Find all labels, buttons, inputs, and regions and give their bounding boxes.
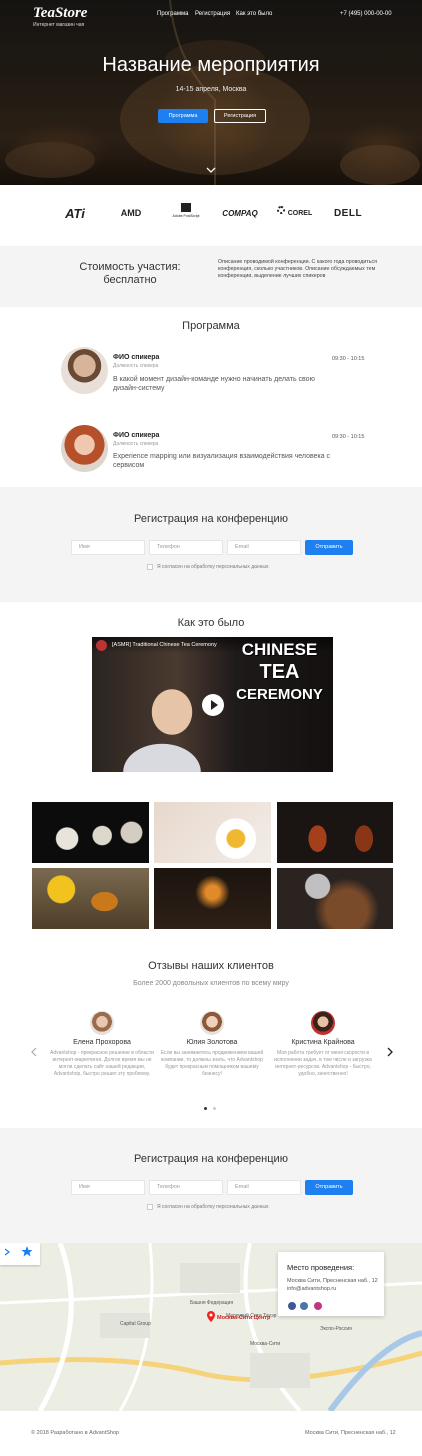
program-title: Программа [182,320,240,332]
reviewer-3-avatar [311,1011,335,1035]
map-pin-label: Москва-Сити Центр [217,1315,271,1321]
speaker-1-topic: В какой момент дизайн-команде нужно начи… [113,376,315,392]
map-label-federation: Башня Федерация [190,1300,234,1306]
registration-title: Регистрация на конференцию [134,513,288,525]
location-address: Москва Сити, Пресненская наб., 12 [287,1278,378,1284]
phone-input-2[interactable]: Телефон [149,1180,223,1195]
logo-name: TeaStore [33,5,88,21]
speaker-2-name: ФИО спикера [113,432,160,439]
reviews-subtitle: Более 2000 довольных клиентов по всему м… [133,980,289,987]
gallery-photo-4[interactable] [32,868,149,929]
corel-balloon-icon [277,206,285,214]
channel-avatar [96,640,107,651]
gallery-photo-3[interactable] [277,802,393,863]
nav-history[interactable]: Как это было [236,11,272,17]
chevron-down-icon[interactable] [205,165,217,175]
brand-dell-logo: DELL [333,207,363,219]
reviewer-1-name: Елена Прохорова [73,1039,131,1046]
nav-registration[interactable]: Регистрация [195,11,230,17]
agree-label-2: Я согласен на обработку персональных дан… [157,1204,269,1210]
speaker-1-position: Должность спикера [113,363,159,369]
location-email[interactable]: info@advantshop.ru [287,1286,336,1292]
price-description: Описание проводимой конференции. С каког… [218,259,377,280]
agree-checkbox-2[interactable] [147,1204,153,1210]
reviewer-1-text: Advantshop - прекрасное решение в област… [50,1050,154,1077]
speaker-1-name: ФИО спикера [113,354,160,361]
location-title: Место проведения: [287,1263,355,1272]
brand-adobe-label: Adobe PostScript [172,214,200,218]
brand-amd-logo: AMD [120,208,142,218]
reviews-title: Отзывы наших клиентов [148,960,274,972]
reviewer-3-name: Кристина Крайнова [291,1039,355,1046]
instagram-icon[interactable] [314,1302,322,1310]
speaker-2-topic: Experience mapping или визуализация взаи… [113,453,331,469]
header-phone[interactable]: +7 (495) 000-00-00 [340,11,392,17]
brand-corel-logo: COREL [287,209,313,217]
email-input[interactable]: Email [227,540,301,555]
speaker-1-avatar [61,347,108,394]
reviewer-2-name: Юлия Золотова [186,1039,238,1046]
map-pin-icon[interactable] [207,1311,215,1322]
event-date: 14-15 апреля, Москва [175,86,247,93]
register-button[interactable]: Регистрация [214,109,266,123]
play-button[interactable] [202,694,224,716]
history-title: Как это было [177,617,245,629]
speaker-2-avatar [61,425,108,472]
map-label-city: Москва-Сити [250,1341,281,1347]
logo[interactable]: TeaStore Интернет магазин чая [33,5,88,29]
gallery-photo-5[interactable] [154,868,271,929]
registration-title-2: Регистрация на конференцию [134,1153,288,1165]
agree-checkbox[interactable] [147,564,153,570]
video-title: [ASMR] Traditional Chinese Tea Ceremony [112,642,217,648]
video-overlay-line-3: CEREMONY [236,686,323,703]
phone-input[interactable]: Телефон [149,540,223,555]
submit-button-2[interactable]: Отправить [305,1180,353,1195]
brand-adobe-logo: Adobe PostScript [172,203,200,223]
speaker-2-time: 09:30 - 10:15 [332,434,365,440]
reviewer-2-avatar [200,1011,224,1035]
slider-dot-active[interactable] [204,1107,207,1110]
reviewer-3-text: Моя работа требует от меня скорости в ис… [274,1050,372,1077]
hero-section: TeaStore Интернет магазин чая Программа … [0,0,422,185]
facebook-icon[interactable] [288,1302,296,1310]
map-label-expo: Экспо-Россия [320,1326,352,1332]
brand-ati-logo: ATi [65,205,85,221]
star-icon[interactable] [0,1243,40,1265]
location-card: Место проведения: Москва Сити, Пресненск… [278,1252,384,1316]
nav-program[interactable]: Программа [157,11,188,17]
slider-dot[interactable] [213,1107,216,1110]
speaker-1-time: 09:30 - 10:15 [332,356,365,362]
email-input-2[interactable]: Email [227,1180,301,1195]
video-overlay-line-2: TEA [259,661,300,683]
gallery-photo-1[interactable] [32,802,149,863]
price-title: Стоимость участия: бесплатно [79,261,181,286]
video-overlay-line-1: CHINESE [241,640,318,659]
name-input[interactable]: Имя [71,540,145,555]
gallery-photo-6[interactable] [277,868,393,929]
submit-button[interactable]: Отправить [305,540,353,555]
event-title: Название мероприятия [102,54,320,76]
map-label-capital: Capital Group [120,1321,151,1327]
speaker-2-position: Должность спикера [113,441,159,447]
map-controls[interactable] [0,1243,40,1265]
footer-copyright: © 2018 Разработано в AdvantShop [31,1430,120,1436]
gallery-photo-2[interactable] [154,802,271,863]
agree-label: Я согласен на обработку персональных дан… [157,564,269,570]
logo-tagline: Интернет магазин чая [33,22,85,28]
video-player[interactable]: [ASMR] Traditional Chinese Tea Ceremony … [92,637,333,772]
brand-compaq-logo: COMPAQ [222,208,258,218]
chevron-right-icon[interactable] [386,1047,394,1057]
vk-icon[interactable] [300,1302,308,1310]
program-button[interactable]: Программа [158,109,208,123]
video-person-image [102,677,222,772]
chevron-left-icon[interactable] [30,1047,38,1057]
name-input-2[interactable]: Имя [71,1180,145,1195]
footer-address: Москва Сити, Пресненская наб., 12 [305,1430,396,1436]
reviewer-2-text: Если вы занимаетесь продвижением вашей к… [160,1050,264,1077]
play-icon [211,700,218,710]
reviewer-1-avatar [90,1011,114,1035]
